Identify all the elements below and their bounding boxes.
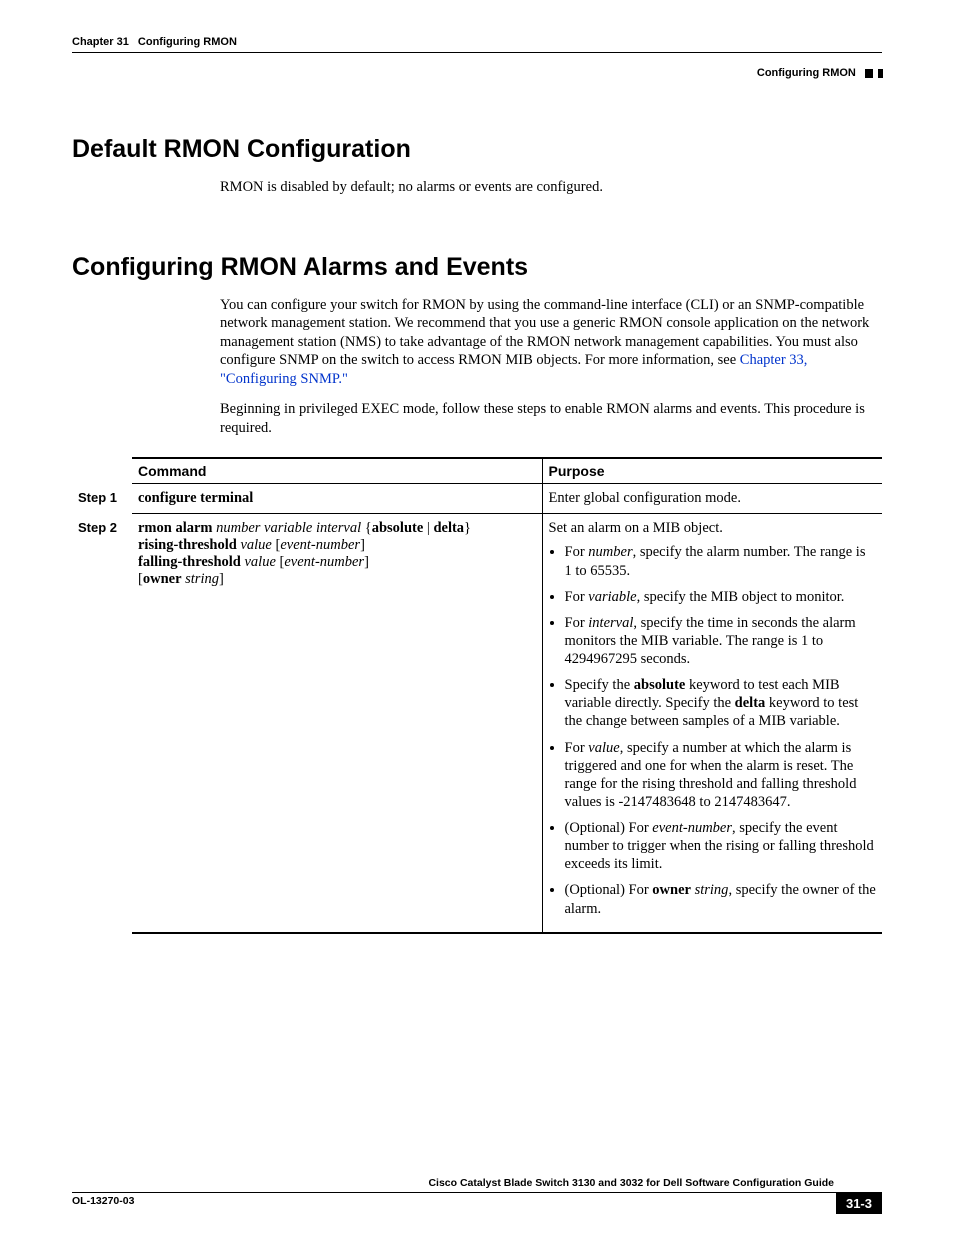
list-item: For variable, specify the MIB object to …	[565, 588, 877, 606]
step1-command: configure terminal	[132, 484, 542, 514]
page: Chapter 31 Configuring RMON Configuring …	[0, 0, 954, 1235]
list-item: For interval, specify the time in second…	[565, 614, 877, 668]
step2-purpose: Set an alarm on a MIB object. For number…	[542, 514, 882, 933]
list-item: Specify the absolute keyword to test eac…	[565, 676, 877, 730]
body-default-rmon: RMON is disabled by default; no alarms o…	[220, 178, 882, 197]
footer-doc-id: OL-13270-03	[72, 1195, 134, 1207]
footer-guide-title: Cisco Catalyst Blade Switch 3130 and 303…	[72, 1177, 882, 1193]
default-rmon-text: RMON is disabled by default; no alarms o…	[220, 178, 882, 197]
page-footer: Cisco Catalyst Blade Switch 3130 and 303…	[72, 1177, 882, 1207]
chapter-title-header: Configuring RMON	[138, 36, 237, 48]
list-item: For number, specify the alarm number. Th…	[565, 543, 877, 579]
steps-table: Command Purpose Step 1 configure termina…	[72, 457, 882, 933]
cmd-configure-terminal: configure terminal	[138, 490, 253, 506]
config-alarms-para2: Beginning in privileged EXEC mode, follo…	[220, 400, 882, 437]
table-row: Step 1 configure terminal Enter global c…	[72, 484, 882, 514]
step1-label: Step 1	[72, 484, 132, 514]
table-row: Step 2 rmon alarm number variable interv…	[72, 514, 882, 933]
page-header: Chapter 31 Configuring RMON	[72, 36, 882, 53]
chapter-label: Chapter 31	[72, 36, 129, 48]
step2-command: rmon alarm number variable interval {abs…	[132, 514, 542, 933]
body-config-alarms: You can configure your switch for RMON b…	[220, 296, 882, 438]
step2-label: Step 2	[72, 514, 132, 933]
list-item: (Optional) For owner string, specify the…	[565, 881, 877, 917]
th-purpose: Purpose	[542, 458, 882, 484]
heading-default-rmon: Default RMON Configuration	[72, 135, 882, 164]
header-section-right-text: Configuring RMON	[757, 67, 856, 79]
footer-page-number: 31-3	[836, 1193, 882, 1214]
step2-purpose-intro: Set an alarm on a MIB object.	[549, 520, 877, 537]
step1-purpose: Enter global configuration mode.	[542, 484, 882, 514]
th-command: Command	[132, 458, 542, 484]
config-alarms-para1: You can configure your switch for RMON b…	[220, 296, 882, 389]
list-item: For value, specify a number at which the…	[565, 739, 877, 812]
list-item: (Optional) For event-number, specify the…	[565, 819, 877, 873]
heading-config-alarms: Configuring RMON Alarms and Events	[72, 253, 882, 282]
header-section-right: Configuring RMON	[72, 67, 882, 79]
step2-purpose-list: For number, specify the alarm number. Th…	[549, 543, 877, 917]
